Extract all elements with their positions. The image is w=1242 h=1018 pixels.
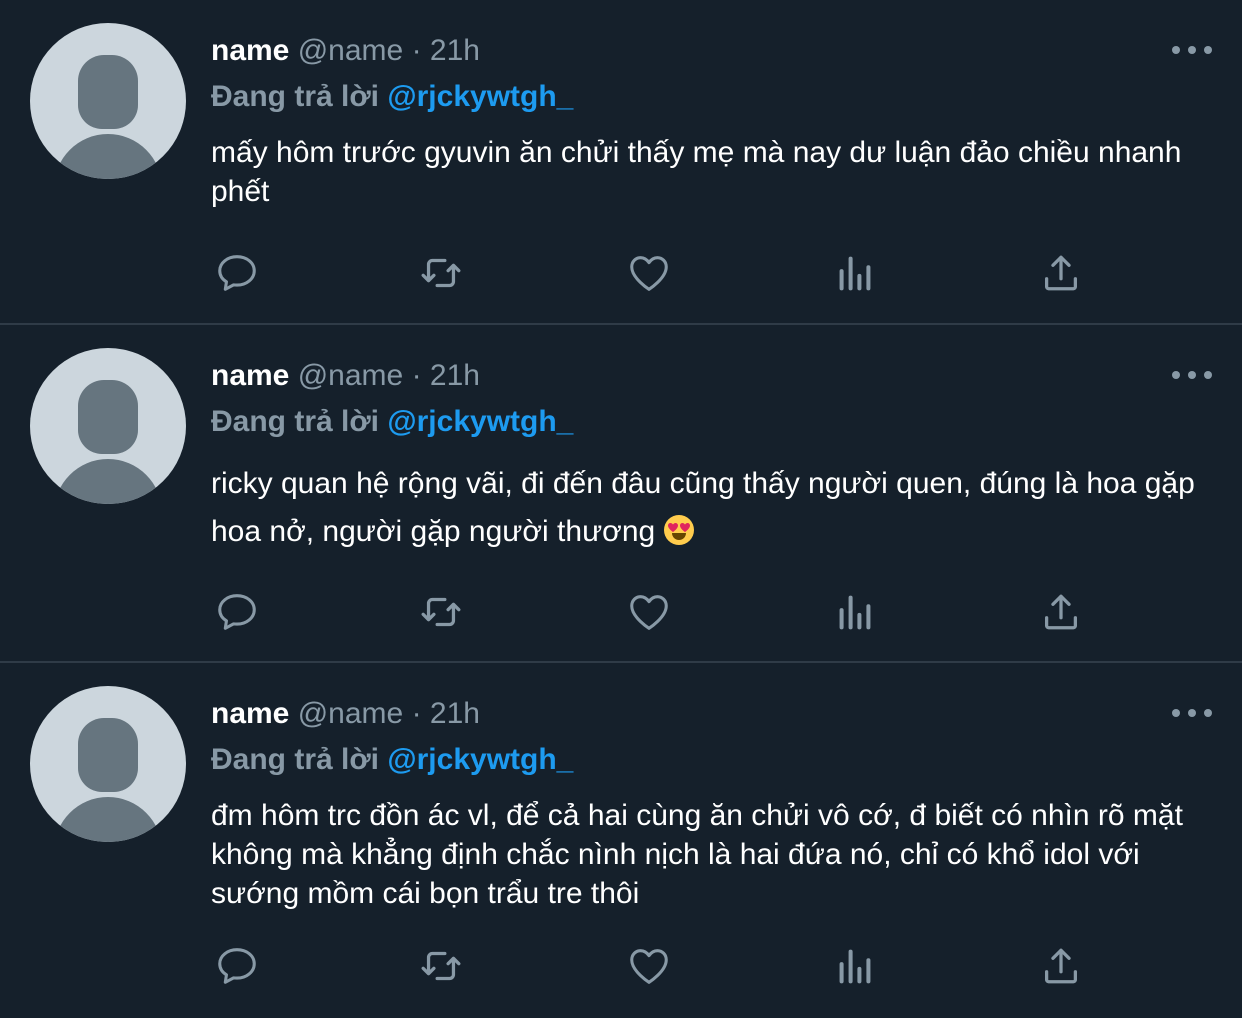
tweet-header: name @name · 21h (211, 31, 480, 71)
tweet-text: đm hôm trc đồn ác vl, để cả hai cùng ăn … (211, 796, 1201, 913)
reply-icon[interactable] (211, 941, 263, 991)
share-icon[interactable] (1035, 587, 1087, 637)
tweet-text: mấy hôm trước gyuvin ăn chửi thấy mẹ mà … (211, 133, 1201, 211)
separator-dot: · (411, 697, 422, 730)
replying-to-label: Đang trả lời (211, 743, 380, 776)
tweet-text: ricky quan hệ rộng vãi, đi đến đâu cũng … (211, 460, 1201, 556)
tweet-header: name @name · 21h (211, 694, 480, 734)
display-name[interactable]: name (211, 697, 289, 730)
tweet-text-body: ricky quan hệ rộng vãi, đi đến đâu cũng … (211, 467, 1195, 548)
tweet-text-body: mấy hôm trước gyuvin ăn chửi thấy mẹ mà … (211, 136, 1182, 208)
analytics-icon[interactable] (829, 248, 881, 298)
share-icon[interactable] (1035, 941, 1087, 991)
reply-mention-link[interactable]: @rjckywtgh_ (387, 80, 573, 113)
heart-eyes-emoji-icon (663, 515, 694, 545)
timestamp[interactable]: 21h (430, 697, 480, 730)
more-icon[interactable] (1172, 363, 1212, 387)
replying-to: Đang trả lời @rjckywtgh_ (211, 77, 573, 117)
separator-dot: · (411, 359, 422, 392)
share-icon[interactable] (1035, 248, 1087, 298)
replying-to: Đang trả lời @rjckywtgh_ (211, 402, 573, 442)
timestamp[interactable]: 21h (430, 34, 480, 67)
more-icon[interactable] (1172, 701, 1212, 725)
tweet-actions (211, 587, 1081, 637)
analytics-icon[interactable] (829, 587, 881, 637)
reply-mention-link[interactable]: @rjckywtgh_ (387, 405, 573, 438)
display-name[interactable]: name (211, 359, 289, 392)
default-avatar-icon[interactable] (30, 348, 186, 504)
default-avatar-icon[interactable] (30, 23, 186, 179)
separator-dot: · (411, 34, 422, 67)
tweet-actions (211, 941, 1081, 991)
like-icon[interactable] (623, 941, 675, 991)
user-handle[interactable]: @name (298, 34, 404, 67)
retweet-icon[interactable] (415, 248, 467, 298)
reply-icon[interactable] (211, 248, 263, 298)
user-handle[interactable]: @name (298, 697, 404, 730)
tweet[interactable]: name @name · 21h Đang trả lời @rjckywtgh… (0, 663, 1242, 1018)
retweet-icon[interactable] (415, 941, 467, 991)
analytics-icon[interactable] (829, 941, 881, 991)
user-handle[interactable]: @name (298, 359, 404, 392)
default-avatar-icon[interactable] (30, 686, 186, 842)
display-name[interactable]: name (211, 34, 289, 67)
retweet-icon[interactable] (415, 587, 467, 637)
reply-icon[interactable] (211, 587, 263, 637)
more-icon[interactable] (1172, 38, 1212, 62)
replying-to-label: Đang trả lời (211, 80, 380, 113)
like-icon[interactable] (623, 587, 675, 637)
like-icon[interactable] (623, 248, 675, 298)
tweet-header: name @name · 21h (211, 356, 480, 396)
tweet-actions (211, 248, 1081, 298)
replying-to-label: Đang trả lời (211, 405, 380, 438)
replying-to: Đang trả lời @rjckywtgh_ (211, 740, 573, 780)
timestamp[interactable]: 21h (430, 359, 480, 392)
tweet-text-body: đm hôm trc đồn ác vl, để cả hai cùng ăn … (211, 799, 1183, 910)
tweet[interactable]: name @name · 21h Đang trả lời @rjckywtgh… (0, 0, 1242, 323)
reply-mention-link[interactable]: @rjckywtgh_ (387, 743, 573, 776)
tweet[interactable]: name @name · 21h Đang trả lời @rjckywtgh… (0, 325, 1242, 661)
